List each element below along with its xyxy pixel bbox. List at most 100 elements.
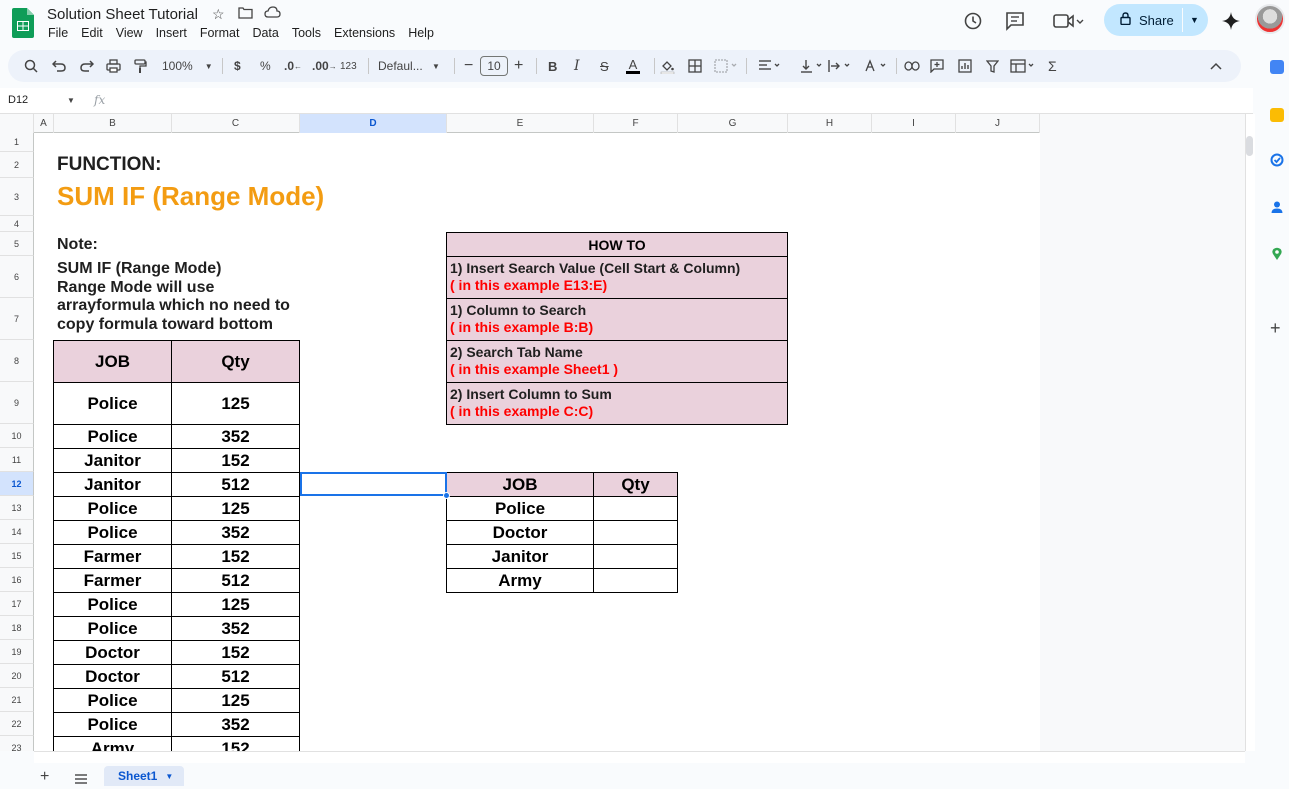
howto-step[interactable]: 1) Insert Search Value (Cell Start & Col… — [446, 256, 788, 299]
add-sheet-icon[interactable]: + — [40, 768, 49, 786]
increase-decimal-button[interactable]: .00 → — [312, 50, 337, 82]
table-cell-qty[interactable]: 512 — [171, 472, 300, 497]
menu-edit[interactable]: Edit — [81, 26, 103, 40]
table-cell-qty[interactable]: 152 — [171, 736, 300, 751]
sheet-tab-dropdown-icon[interactable]: ▼ — [165, 772, 173, 781]
text-color-button[interactable]: A — [626, 50, 640, 82]
name-box-dropdown-icon[interactable]: ▼ — [67, 96, 75, 105]
table-cell-qty[interactable]: 352 — [171, 424, 300, 449]
column-header-f[interactable]: F — [594, 114, 678, 133]
share-dropdown-icon[interactable]: ▼ — [1190, 15, 1199, 25]
result-cell-qty[interactable] — [593, 520, 678, 545]
table-cell-job[interactable]: Police — [53, 496, 172, 521]
tasks-icon[interactable] — [1270, 153, 1284, 167]
table-cell-qty[interactable]: 152 — [171, 640, 300, 665]
table-cell-job[interactable]: Police — [53, 616, 172, 641]
meet-icon[interactable] — [1050, 10, 1086, 32]
column-header-h[interactable]: H — [788, 114, 872, 133]
spreadsheet-grid[interactable]: A B C D E F G H I J 1 2 3 4 5 6 7 8 9 10… — [0, 114, 1040, 751]
table-cell-job[interactable]: Janitor — [53, 448, 172, 473]
vertical-scrollbar[interactable] — [1245, 114, 1255, 751]
borders-icon[interactable] — [688, 50, 702, 82]
row-header-20[interactable]: 20 — [0, 664, 34, 688]
select-all-corner[interactable] — [0, 114, 34, 133]
column-header-g[interactable]: G — [678, 114, 788, 133]
result-cell-job[interactable]: Doctor — [446, 520, 594, 545]
fill-color-icon[interactable] — [660, 50, 675, 82]
row-header-23[interactable]: 23 — [0, 736, 34, 751]
table-cell-job[interactable]: Farmer — [53, 544, 172, 569]
contacts-icon[interactable] — [1270, 200, 1284, 214]
column-header-j[interactable]: J — [956, 114, 1040, 133]
menu-data[interactable]: Data — [252, 26, 278, 40]
print-icon[interactable] — [106, 50, 121, 82]
table-cell-job[interactable]: Police — [53, 688, 172, 713]
column-header-i[interactable]: I — [872, 114, 956, 133]
percent-format-button[interactable]: % — [260, 50, 271, 82]
font-family-dropdown-icon[interactable]: ▼ — [432, 50, 440, 82]
maps-icon[interactable] — [1270, 247, 1284, 261]
account-avatar[interactable] — [1255, 4, 1285, 34]
result-cell-qty[interactable] — [593, 568, 678, 593]
row-header-15[interactable]: 15 — [0, 544, 34, 568]
vertical-align-icon[interactable] — [800, 50, 824, 82]
search-menus-icon[interactable] — [24, 50, 38, 82]
menu-tools[interactable]: Tools — [292, 26, 321, 40]
text-wrapping-icon[interactable] — [828, 50, 852, 82]
table-cell-qty[interactable]: 152 — [171, 448, 300, 473]
table-cell-qty[interactable]: 512 — [171, 664, 300, 689]
result-cell-job[interactable]: Army — [446, 568, 594, 593]
horizontal-align-icon[interactable] — [758, 50, 782, 82]
zoom-select[interactable]: 100% ▼ — [162, 50, 213, 82]
table-cell-qty[interactable]: 352 — [171, 712, 300, 737]
row-header-5[interactable]: 5 — [0, 232, 34, 256]
formula-bar[interactable] — [0, 88, 1253, 114]
table-cell-qty[interactable]: 152 — [171, 544, 300, 569]
column-header-d[interactable]: D — [300, 114, 447, 133]
undo-icon[interactable] — [52, 50, 66, 82]
currency-format-button[interactable]: $ — [234, 50, 241, 82]
italic-button[interactable]: I — [574, 50, 580, 82]
increase-font-size-button[interactable]: + — [514, 50, 523, 82]
horizontal-scrollbar[interactable] — [34, 751, 1245, 763]
table-cell-job[interactable]: Doctor — [53, 640, 172, 665]
howto-title[interactable]: HOW TO — [446, 232, 788, 257]
font-size-input[interactable]: 10 — [480, 50, 508, 82]
move-folder-icon[interactable] — [238, 6, 253, 22]
functions-button[interactable]: Σ — [1048, 50, 1057, 82]
column-header-e[interactable]: E — [447, 114, 594, 133]
table-cell-job[interactable]: Police — [53, 382, 172, 425]
table-cell-qty[interactable]: 125 — [171, 688, 300, 713]
table-header-qty[interactable]: Qty — [171, 340, 300, 383]
result-cell-job[interactable]: Police — [446, 496, 594, 521]
table-cell-job[interactable]: Police — [53, 424, 172, 449]
insert-comment-icon[interactable] — [930, 50, 944, 82]
calendar-icon[interactable] — [1270, 60, 1284, 74]
version-history-icon[interactable] — [962, 10, 984, 32]
menu-help[interactable]: Help — [408, 26, 434, 40]
bold-button[interactable]: B — [548, 50, 557, 82]
share-button[interactable]: Share ▼ — [1104, 4, 1208, 36]
row-header-7[interactable]: 7 — [0, 298, 34, 340]
sheets-logo-icon[interactable] — [12, 8, 34, 38]
row-header-4[interactable]: 4 — [0, 216, 34, 232]
document-title[interactable]: Solution Sheet Tutorial — [47, 6, 198, 23]
row-header-1[interactable]: 1 — [0, 133, 34, 152]
howto-step[interactable]: 1) Column to Search( in this example B:B… — [446, 298, 788, 341]
menu-insert[interactable]: Insert — [156, 26, 187, 40]
row-header-13[interactable]: 13 — [0, 496, 34, 520]
strikethrough-button[interactable]: S — [600, 50, 609, 82]
fill-handle[interactable] — [443, 492, 450, 499]
get-addons-icon[interactable]: + — [1270, 318, 1281, 339]
text-rotation-icon[interactable] — [864, 50, 888, 82]
more-formats-button[interactable]: 123 — [340, 50, 357, 82]
row-header-14[interactable]: 14 — [0, 520, 34, 544]
result-cell-qty[interactable] — [593, 544, 678, 569]
vertical-scroll-thumb[interactable] — [1246, 136, 1253, 156]
redo-icon[interactable] — [80, 50, 94, 82]
row-header-12[interactable]: 12 — [0, 472, 34, 496]
row-header-10[interactable]: 10 — [0, 424, 34, 448]
keep-icon[interactable] — [1270, 108, 1284, 122]
filter-icon[interactable] — [986, 50, 999, 82]
row-header-3[interactable]: 3 — [0, 178, 34, 216]
